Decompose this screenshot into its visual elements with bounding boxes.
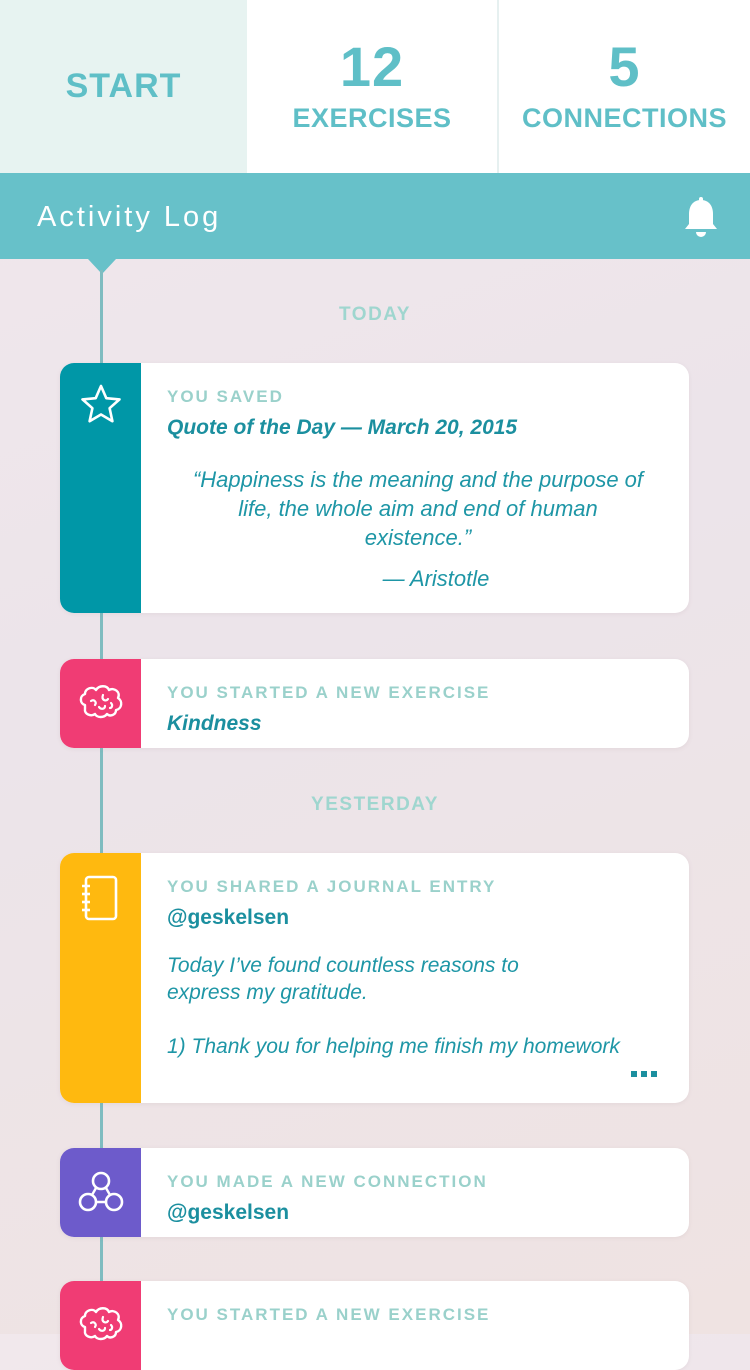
start-tab[interactable]: START bbox=[0, 0, 247, 173]
more-icon[interactable] bbox=[631, 1071, 657, 1077]
stats-bar: START 12 EXERCISES 5 CONNECTIONS bbox=[0, 0, 750, 173]
connections-count: 5 bbox=[608, 35, 641, 98]
card-accent bbox=[60, 1148, 141, 1237]
card-accent bbox=[60, 363, 141, 613]
card-kicker: YOU STARTED A NEW EXERCISE bbox=[167, 683, 491, 702]
connections-label: CONNECTIONS bbox=[521, 103, 727, 133]
card-kicker: YOU STARTED A NEW EXERCISE bbox=[167, 1305, 491, 1324]
activity-card-saved[interactable]: YOU SAVED Quote of the Day — March 20, 2… bbox=[60, 363, 689, 613]
brain-icon bbox=[79, 1307, 123, 1341]
connection-icon bbox=[78, 1171, 124, 1212]
exercises-stat[interactable]: 12 EXERCISES bbox=[247, 0, 499, 173]
activity-log-header: Activity Log bbox=[0, 173, 750, 259]
card-kicker: YOU MADE A NEW CONNECTION bbox=[167, 1172, 488, 1191]
day-heading-yesterday: YESTERDAY bbox=[311, 794, 439, 815]
activity-card-exercise[interactable]: YOU STARTED A NEW EXERCISE bbox=[60, 1281, 689, 1370]
card-accent bbox=[60, 659, 141, 748]
brain-icon bbox=[79, 685, 123, 719]
quote-author: — Aristotle bbox=[382, 566, 490, 591]
start-label: START bbox=[65, 67, 182, 105]
journal-icon bbox=[82, 875, 118, 921]
activity-card-journal[interactable]: YOU SHARED A JOURNAL ENTRY @geskelsen To… bbox=[60, 853, 689, 1103]
card-kicker: YOU SAVED bbox=[167, 387, 284, 406]
connections-stat[interactable]: 5 CONNECTIONS bbox=[499, 0, 750, 173]
activity-card-exercise[interactable]: YOU STARTED A NEW EXERCISE Kindness bbox=[60, 659, 689, 748]
card-handle[interactable]: @geskelsen bbox=[167, 1201, 669, 1225]
exercises-count: 12 bbox=[339, 35, 405, 98]
card-kicker: YOU SHARED A JOURNAL ENTRY bbox=[167, 877, 497, 896]
card-accent bbox=[60, 853, 141, 1103]
card-subject[interactable]: Quote of the Day — March 20, 2015 bbox=[167, 416, 669, 440]
bell-icon[interactable] bbox=[682, 197, 720, 239]
exercises-label: EXERCISES bbox=[292, 103, 452, 133]
card-handle[interactable]: @geskelsen bbox=[167, 906, 669, 930]
page-title: Activity Log bbox=[37, 201, 222, 233]
star-icon bbox=[81, 384, 121, 423]
journal-excerpt: Today I’ve found countless reasons to ex… bbox=[167, 954, 620, 1058]
card-subject[interactable]: Kindness bbox=[167, 712, 669, 736]
card-accent bbox=[60, 1281, 141, 1370]
quote-text: “Happiness is the meaning and the purpos… bbox=[192, 467, 644, 550]
activity-card-connection[interactable]: YOU MADE A NEW CONNECTION @geskelsen bbox=[60, 1148, 689, 1237]
day-heading-today: TODAY bbox=[339, 304, 411, 325]
